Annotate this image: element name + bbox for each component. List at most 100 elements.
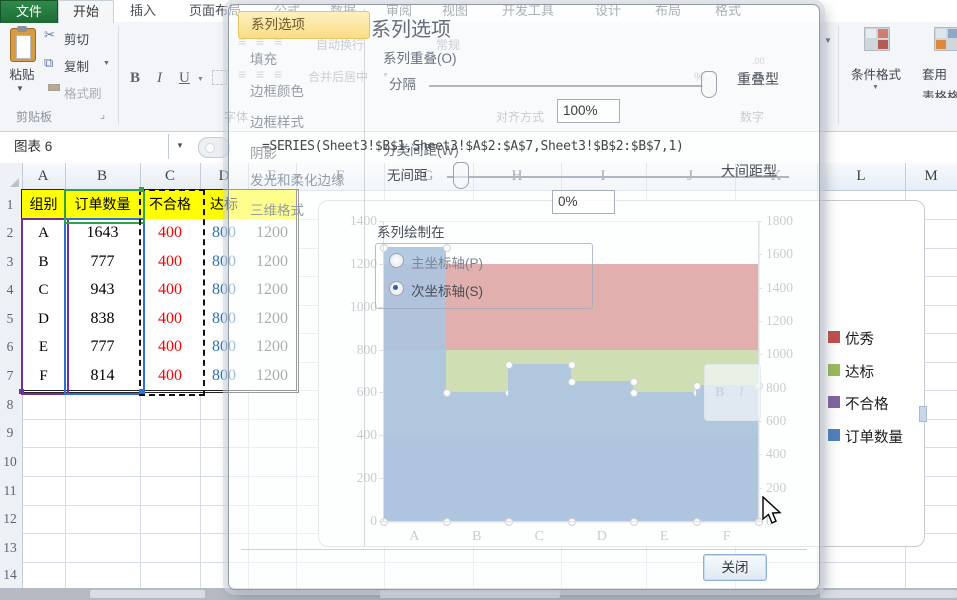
- header-cell-A1[interactable]: 组别: [22, 190, 66, 220]
- dialog-nav-separator: [364, 9, 365, 546]
- row-header-12[interactable]: 12: [0, 505, 20, 533]
- legend-label-达标[interactable]: 达标: [845, 361, 874, 382]
- format-as-table-icon: [934, 27, 957, 51]
- underline-dropdown-icon[interactable]: ▼: [197, 76, 204, 83]
- copy-dropdown-icon[interactable]: ▼: [103, 60, 110, 67]
- row-header-6[interactable]: 6: [0, 333, 20, 362]
- series-overlap-value-input[interactable]: 100%: [557, 99, 620, 123]
- legend-label-订单数量[interactable]: 订单数量: [845, 426, 903, 447]
- mouse-cursor: [762, 496, 784, 531]
- tab-file[interactable]: 文件: [0, 0, 58, 23]
- legend-swatch-不合格: [828, 396, 840, 408]
- close-button[interactable]: 关闭: [703, 554, 767, 581]
- row-header-14[interactable]: 14: [0, 562, 20, 588]
- legend-label-不合格[interactable]: 不合格: [845, 393, 889, 414]
- selection-border-seriesname: [64, 189, 145, 224]
- conditional-dropdown-icon[interactable]: ▼: [872, 84, 879, 91]
- formula-input[interactable]: =SERIES(Sheet3!$B$1,Sheet3!$A$2:$A$7,She…: [262, 137, 684, 157]
- tab-插入[interactable]: 插入: [116, 0, 170, 22]
- legend-label-优秀[interactable]: 优秀: [845, 328, 874, 349]
- primary-axis-label[interactable]: 主坐标轴(P): [411, 252, 483, 272]
- name-box-dropdown-icon[interactable]: ▼: [176, 141, 184, 150]
- gap-width-min-label: 无间距: [387, 164, 428, 184]
- clipboard-launcher-icon[interactable]: ⌟: [100, 108, 105, 121]
- column-header-sep: [65, 163, 66, 190]
- selection-border-copied: [139, 189, 205, 396]
- column-header-sep: [905, 163, 906, 190]
- row-header-1[interactable]: 1: [0, 190, 20, 219]
- row-header-3[interactable]: 3: [0, 248, 20, 277]
- selection-border-categories: [21, 218, 69, 395]
- underline-button[interactable]: U: [179, 70, 190, 87]
- plot-series-on-label: 系列绘制在: [377, 221, 445, 241]
- row-header-2[interactable]: 2: [0, 219, 20, 248]
- row-header-4[interactable]: 4: [0, 276, 20, 305]
- gap-width-value-input[interactable]: 0%: [552, 190, 615, 214]
- format-as-table-button[interactable]: 套用 表格格: [922, 64, 957, 98]
- selection-handle: [139, 187, 144, 192]
- column-header-A[interactable]: A: [23, 163, 63, 190]
- series-overlap-slider-track[interactable]: [429, 85, 703, 87]
- row-header-8[interactable]: 8: [0, 390, 20, 419]
- row-header-5[interactable]: 5: [0, 305, 20, 334]
- paste-dropdown-icon[interactable]: ▼: [16, 84, 24, 93]
- chart-resize-handle[interactable]: [919, 406, 927, 422]
- series-overlap-max-label: 重叠型: [737, 69, 779, 89]
- format-painter-button[interactable]: 格式刷: [64, 83, 102, 102]
- excel-window: 粘贴 ▼ ✂ 剪切 ⧉ 复制 ▼ 格式刷 剪贴板 ⌟ B I U ▼ 字体 ≡ …: [0, 0, 957, 600]
- legend-swatch-达标: [828, 364, 840, 376]
- row-header-9[interactable]: 9: [0, 419, 20, 447]
- italic-button[interactable]: I: [157, 70, 162, 87]
- selection-handle: [139, 389, 144, 394]
- gap-width-max-label: 大间距型: [721, 161, 777, 181]
- name-box-value: 图表 6: [14, 134, 52, 159]
- cut-button[interactable]: 剪切: [64, 29, 89, 48]
- column-header-L[interactable]: L: [841, 163, 881, 190]
- border-button-icon[interactable]: [212, 70, 227, 85]
- conditional-formatting-button[interactable]: 条件格式: [838, 64, 914, 83]
- row-header-10[interactable]: 10: [0, 447, 20, 476]
- primary-axis-radio[interactable]: [389, 253, 404, 268]
- series-overlap-slider-thumb[interactable]: [701, 71, 717, 98]
- paste-label: 粘贴: [2, 64, 42, 83]
- column-header-sep: [140, 163, 141, 190]
- clipboard-group-label: 剪贴板: [16, 108, 52, 125]
- fx-button[interactable]: [198, 137, 230, 158]
- legend-swatch-订单数量: [828, 429, 840, 441]
- dialog-footer-separator: [241, 549, 807, 550]
- series-overlap-min-label: 分隔: [389, 73, 416, 93]
- column-header-C[interactable]: C: [150, 163, 190, 190]
- selection-border-values: [64, 218, 145, 395]
- dialog-title: 系列选项: [371, 13, 451, 42]
- name-box[interactable]: 图表 6: [0, 134, 169, 159]
- scissors-icon: ✂: [44, 27, 55, 43]
- column-header-B[interactable]: B: [82, 163, 122, 190]
- column-header-M[interactable]: M: [911, 163, 951, 190]
- row-header-7[interactable]: 7: [0, 362, 20, 391]
- plot-series-on-groupbox: [375, 243, 593, 309]
- legend-swatch-优秀: [828, 331, 840, 343]
- row-header-13[interactable]: 13: [0, 533, 20, 562]
- format-painter-icon: [48, 84, 60, 91]
- copy-button[interactable]: 复制: [64, 56, 89, 75]
- dialog-nav-item[interactable]: 三维格式: [250, 199, 304, 219]
- tab-开始[interactable]: 开始: [58, 0, 114, 23]
- dialog-nav-item[interactable]: 发光和柔化边缘: [250, 169, 345, 189]
- ribbon-scroll-icon[interactable]: ▼: [824, 36, 832, 45]
- dialog-nav-item[interactable]: 填充: [250, 48, 277, 68]
- dialog-nav-item[interactable]: 边框样式: [250, 111, 304, 131]
- clipboard-icon: [10, 28, 36, 62]
- format-data-series-dialog: 系列选项填充边框颜色边框样式阴影发光和柔化边缘三维格式 系列选项 系列重叠(O)…: [228, 4, 820, 590]
- corner-triangle-icon: [10, 178, 19, 187]
- dialog-nav-item[interactable]: 边框颜色: [250, 80, 304, 100]
- format-as-table-label-1: 套用: [922, 64, 957, 83]
- copy-icon: ⧉: [44, 55, 53, 71]
- secondary-axis-radio[interactable]: [389, 281, 404, 296]
- row-header-11[interactable]: 11: [0, 476, 20, 505]
- bold-button[interactable]: B: [130, 70, 140, 87]
- column-header-sep: [200, 163, 201, 190]
- conditional-formatting-icon: [864, 27, 890, 51]
- secondary-axis-label[interactable]: 次坐标轴(S): [411, 280, 483, 300]
- gap-width-slider-thumb[interactable]: [453, 162, 469, 189]
- dialog-nav-item-active[interactable]: 系列选项: [238, 11, 370, 39]
